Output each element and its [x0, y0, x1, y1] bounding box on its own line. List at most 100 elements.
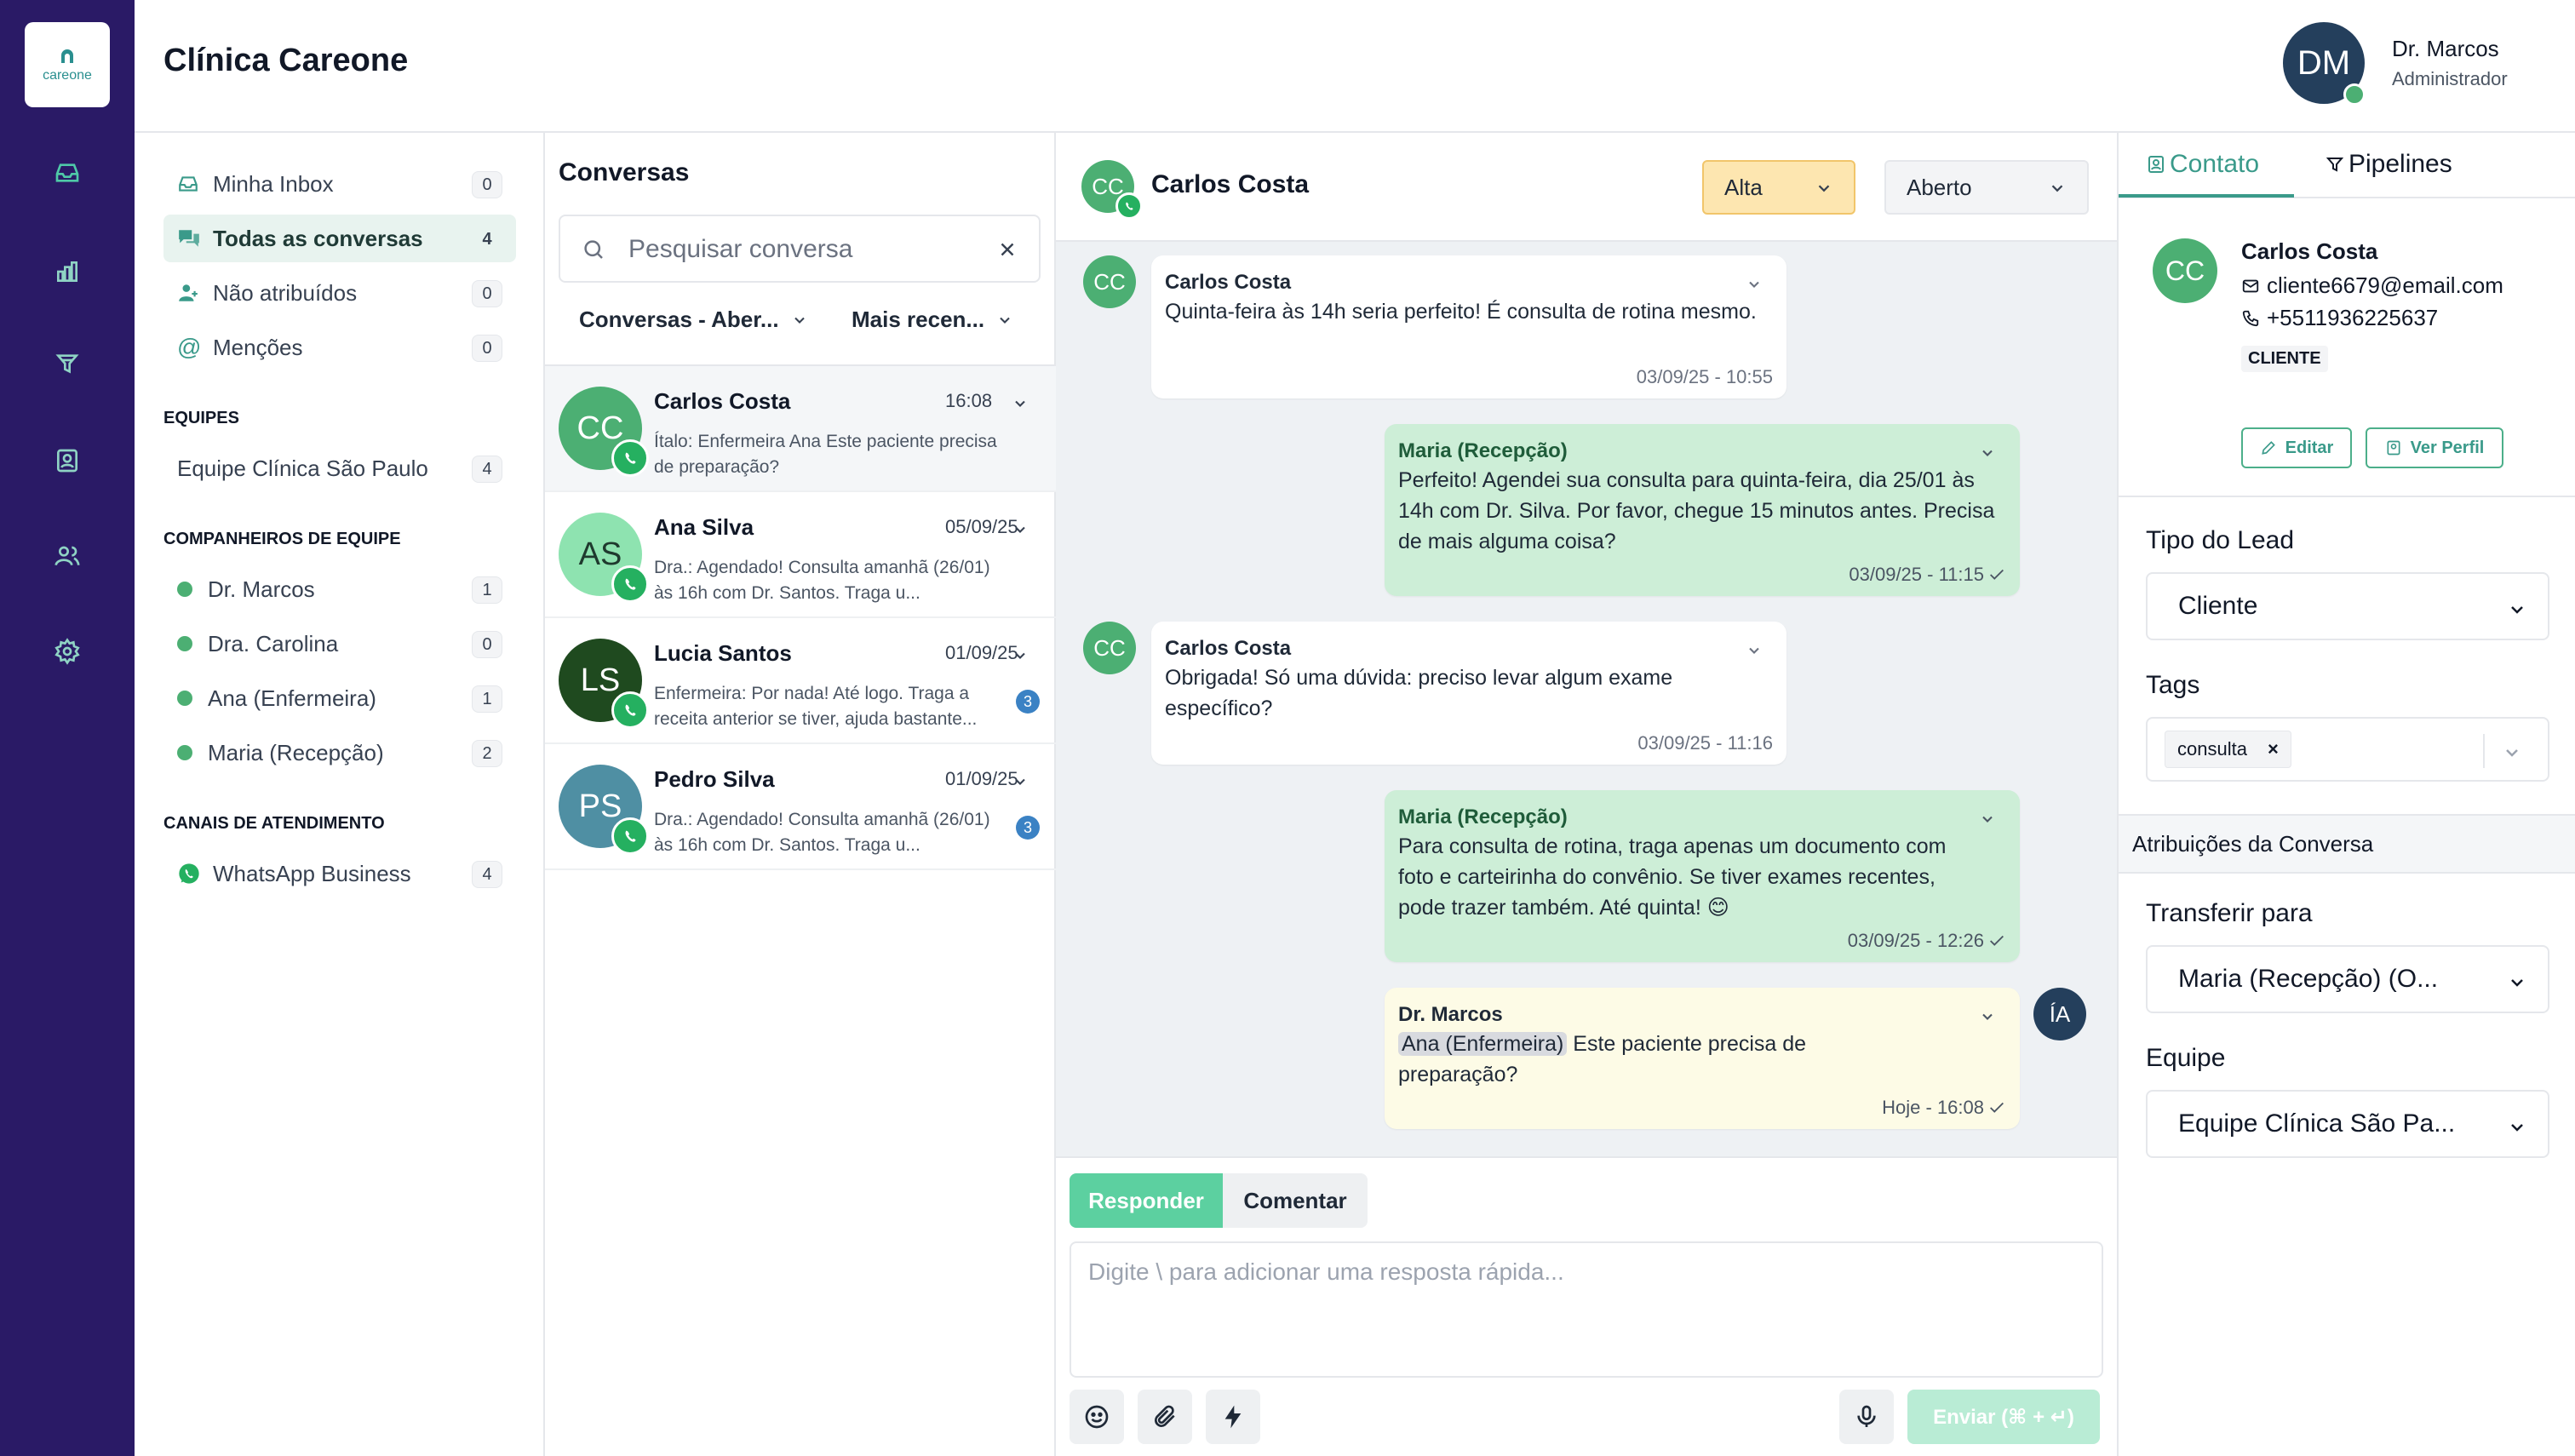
- tab-contact[interactable]: Contato: [2146, 150, 2259, 179]
- message-author: Maria (Recepção): [1398, 439, 1568, 462]
- sidebar-item-label: Maria (Recepção): [208, 739, 384, 765]
- conversation-preview: Ítalo: Enfermeira Ana Este paciente prec…: [654, 432, 997, 477]
- sidebar-item-team[interactable]: Equipe Clínica São Paulo 4: [163, 444, 516, 492]
- whatsapp-icon: [611, 817, 649, 855]
- pencil-icon: [2261, 441, 2275, 455]
- sidebar-item-mentions[interactable]: @ Menções 0: [163, 324, 516, 371]
- sidebar-item-whatsapp-channel[interactable]: WhatsApp Business 4: [163, 850, 516, 897]
- sidebar-item-my-inbox[interactable]: Minha Inbox 0: [163, 160, 516, 208]
- conversation-item[interactable]: CC Carlos Costa 16:08 Ítalo: Enfermeira …: [545, 366, 1056, 492]
- composer: Responder Comentar Enviar (⌘ + ↵): [1056, 1156, 2117, 1456]
- button-label: Editar: [2285, 438, 2334, 457]
- chevron-down-icon: [2511, 1124, 2523, 1132]
- settings-icon[interactable]: [48, 632, 87, 671]
- message-menu-chevron-icon[interactable]: [1979, 444, 1996, 461]
- reports-icon[interactable]: [48, 252, 87, 291]
- sort-dropdown[interactable]: Mais recen...: [852, 307, 1013, 333]
- lead-type-label: Tipo do Lead: [2146, 526, 2295, 554]
- message-menu-chevron-icon[interactable]: [1746, 276, 1763, 293]
- sidebar-item-label: Equipe Clínica São Paulo: [177, 455, 428, 481]
- chevron-down-icon: [1818, 185, 1830, 192]
- user-name[interactable]: Dr. Marcos: [2392, 36, 2499, 62]
- count-badge: 1: [472, 685, 502, 713]
- status-filter-dropdown[interactable]: Conversas - Aber...: [579, 307, 808, 333]
- transfer-select[interactable]: Maria (Recepção) (O...: [2146, 945, 2549, 1013]
- mention-chip[interactable]: Ana (Enfermeira): [1398, 1032, 1568, 1056]
- sidebar-item-teammate[interactable]: Maria (Recepção) 2: [163, 729, 516, 777]
- conversation-item[interactable]: LS Lucia Santos 01/09/25 Enfermeira: Por…: [545, 618, 1056, 744]
- voice-button[interactable]: [1839, 1390, 1894, 1444]
- conversation-name: Pedro Silva: [654, 766, 775, 792]
- status-select[interactable]: Aberto: [1884, 160, 2089, 215]
- message-menu-chevron-icon[interactable]: [1979, 1008, 1996, 1025]
- chevron-down-icon[interactable]: [1012, 647, 1029, 664]
- reply-tab[interactable]: Responder: [1070, 1173, 1223, 1228]
- priority-select[interactable]: Alta: [1702, 160, 1855, 215]
- clinic-name: Clínica Careone: [163, 43, 409, 78]
- button-label: Ver Perfil: [2410, 438, 2485, 457]
- divider: [2483, 734, 2485, 768]
- funnel-icon[interactable]: [48, 344, 87, 383]
- sidebar-item-teammate[interactable]: Dra. Carolina 0: [163, 620, 516, 668]
- email-text: cliente6679@email.com: [2267, 272, 2503, 298]
- sidebar-item-unassigned[interactable]: Não atribuídos 0: [163, 269, 516, 317]
- chevron-down-icon[interactable]: [2502, 742, 2522, 763]
- priority-value: Alta: [1724, 174, 1763, 200]
- conversation-time: 01/09/25: [945, 642, 1018, 663]
- view-profile-button[interactable]: Ver Perfil: [2366, 427, 2503, 468]
- send-button[interactable]: Enviar (⌘ + ↵): [1907, 1390, 2100, 1444]
- sidebar-item-label: Minha Inbox: [213, 170, 334, 197]
- incoming-message: Carlos Costa Obrigada! Só uma dúvida: pr…: [1151, 622, 1786, 765]
- conversation-item[interactable]: AS Ana Silva 05/09/25 Dra.: Agendado! Co…: [545, 492, 1056, 618]
- message-time: 03/09/25 - 11:16: [1637, 732, 1773, 754]
- online-dot: [177, 745, 192, 760]
- tab-pipelines[interactable]: Pipelines: [2325, 150, 2452, 179]
- message-meta: 03/09/25 - 12:26: [1848, 930, 2006, 952]
- remove-tag-icon[interactable]: ×: [2268, 738, 2279, 760]
- emoji-icon: [1085, 1405, 1109, 1429]
- sidebar-item-teammate[interactable]: Ana (Enfermeira) 1: [163, 674, 516, 722]
- emoji-button[interactable]: [1070, 1390, 1124, 1444]
- chevron-down-icon[interactable]: [1012, 395, 1029, 412]
- conversation-time: 16:08: [945, 390, 993, 411]
- sidebar-item-all-conversations[interactable]: Todas as conversas 4: [163, 215, 516, 262]
- assignments-section-header[interactable]: Atribuições da Conversa: [2119, 814, 2575, 874]
- tags-select[interactable]: consulta ×: [2146, 717, 2549, 782]
- transfer-value: Maria (Recepção) (O...: [2178, 965, 2439, 993]
- contact-phone[interactable]: +5511936225637: [2241, 305, 2438, 331]
- comment-tab[interactable]: Comentar: [1223, 1173, 1368, 1228]
- sidebar-item-label: Não atribuídos: [213, 279, 358, 306]
- avatar: CC: [1083, 622, 1136, 674]
- inbox-sidebar: Minha Inbox 0 Todas as conversas 4 Não a…: [135, 133, 545, 1456]
- clear-search-icon[interactable]: [996, 238, 1018, 261]
- unread-badge: 3: [1016, 816, 1040, 840]
- message-time: 03/09/25 - 11:15: [1849, 564, 1984, 585]
- top-header: Clínica Careone DM Dr. Marcos Administra…: [135, 0, 2575, 133]
- sidebar-item-teammate[interactable]: Dr. Marcos 1: [163, 565, 516, 613]
- count-badge: 0: [472, 280, 502, 307]
- message-menu-chevron-icon[interactable]: [1746, 642, 1763, 659]
- message-author: Carlos Costa: [1165, 637, 1292, 660]
- teammates-heading: COMPANHEIROS DE EQUIPE: [163, 530, 401, 548]
- microphone-icon: [1857, 1405, 1876, 1427]
- conversation-list-panel: Conversas Conversas - Aber... Mais recen…: [545, 133, 1056, 1456]
- app-logo[interactable]: careone: [25, 22, 110, 107]
- conversation-item[interactable]: PS Pedro Silva 01/09/25 Dra.: Agendado! …: [545, 744, 1056, 870]
- reply-input[interactable]: [1088, 1258, 2085, 1361]
- chevron-down-icon[interactable]: [1012, 773, 1029, 790]
- contacts-icon[interactable]: [48, 441, 87, 480]
- sort-label: Mais recen...: [852, 307, 985, 332]
- chevron-down-icon: [794, 317, 805, 324]
- lead-type-select[interactable]: Cliente: [2146, 572, 2549, 640]
- inbox-icon[interactable]: [48, 153, 87, 192]
- outgoing-message: Maria (Recepção) Para consulta de rotina…: [1385, 790, 2020, 962]
- team-icon[interactable]: [48, 536, 87, 576]
- edit-contact-button[interactable]: Editar: [2241, 427, 2352, 468]
- chevron-down-icon[interactable]: [1012, 521, 1029, 538]
- message-menu-chevron-icon[interactable]: [1979, 811, 1996, 828]
- team-select[interactable]: Equipe Clínica São Pa...: [2146, 1090, 2549, 1158]
- attach-button[interactable]: [1138, 1390, 1192, 1444]
- search-input[interactable]: [628, 228, 978, 271]
- quick-reply-button[interactable]: [1206, 1390, 1260, 1444]
- contact-email[interactable]: cliente6679@email.com: [2241, 272, 2503, 299]
